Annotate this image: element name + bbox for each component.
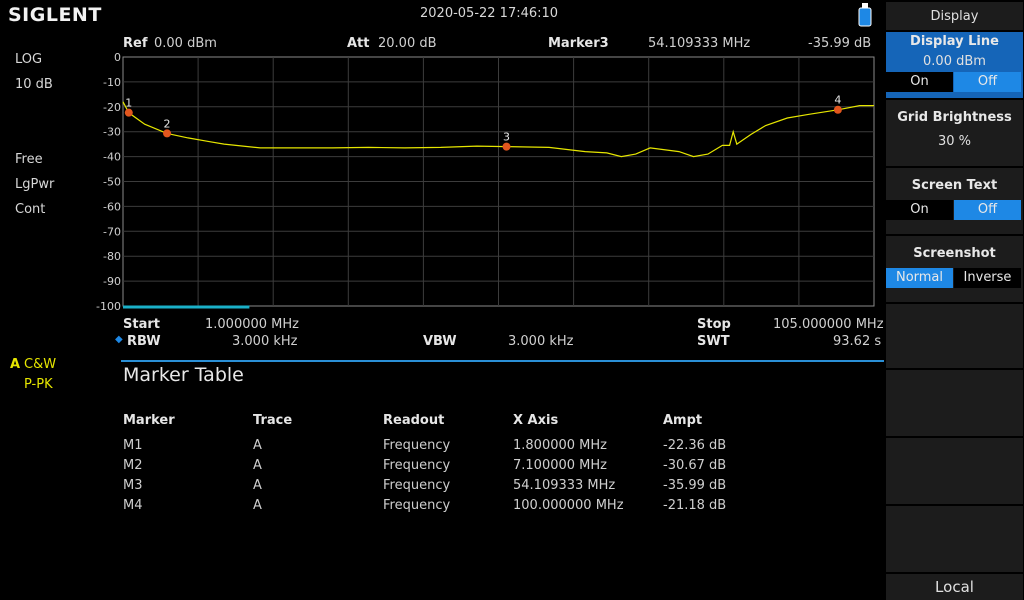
y-tick-label: -100: [96, 300, 121, 313]
start-label: Start: [123, 317, 160, 332]
col-header-x-axis: X Axis: [513, 413, 559, 428]
empty-softkey-7[interactable]: [886, 438, 1023, 504]
marker-point: [124, 108, 133, 117]
start-value[interactable]: 1.000000 MHz: [205, 317, 299, 332]
softkey-panel: Display Display Line 0.00 dBm On Off Gri…: [885, 0, 1024, 600]
vbw-value[interactable]: 3.000 kHz: [508, 334, 573, 349]
marker-point: [833, 105, 842, 114]
row-ampt: -22.36 dB: [663, 438, 727, 453]
grid-brightness-label: Grid Brightness: [897, 110, 1012, 125]
col-header-readout: Readout: [383, 413, 445, 428]
row-x-axis: 1.800000 MHz: [513, 438, 607, 453]
col-header-ampt: Ampt: [663, 413, 703, 428]
grid-brightness-value: 30 %: [937, 134, 972, 149]
row-trace: A: [253, 478, 262, 493]
row-marker: M4: [123, 498, 143, 513]
screen-text-label: Screen Text: [911, 178, 998, 193]
panel-title: Display: [930, 9, 979, 24]
spectrum-plot[interactable]: 0 -10 -20 -30 -40 -50 -60 -70 -80 -90 -100 1 2 3 4: [0, 0, 885, 320]
row-readout: Frequency: [383, 458, 451, 473]
marker-label: 4: [834, 94, 841, 107]
marker-table-title: Marker Table: [123, 364, 244, 386]
marker-point: [163, 129, 172, 138]
row-x-axis: 54.109333 MHz: [513, 478, 616, 493]
screen-text-on-option[interactable]: On: [886, 200, 953, 220]
screenshot-label: Screenshot: [913, 246, 996, 261]
local-key[interactable]: Local: [886, 574, 1023, 600]
y-tick-label: -80: [103, 250, 121, 263]
panel-title-box: Display: [886, 2, 1023, 30]
local-label: Local: [935, 578, 974, 596]
rbw-auto-icon: ◆: [115, 334, 123, 345]
display-line-toggle[interactable]: On Off: [886, 72, 1023, 92]
marker-label: 2: [164, 117, 171, 130]
marker-label: 3: [503, 131, 510, 144]
display-line-on-option[interactable]: On: [886, 72, 953, 92]
y-tick-label: -90: [103, 275, 121, 288]
trace-detector: P-PK: [24, 377, 53, 392]
empty-softkey-6[interactable]: [886, 370, 1023, 436]
stop-value[interactable]: 105.000000 MHz: [773, 317, 884, 332]
screenshot-toggle[interactable]: Normal Inverse: [886, 268, 1023, 288]
row-ampt: -21.18 dB: [663, 498, 727, 513]
row-readout: Frequency: [383, 438, 451, 453]
display-line-label: Display Line: [910, 34, 999, 49]
grid-brightness-key[interactable]: Grid Brightness 30 %: [886, 100, 1023, 166]
display-line-value: 0.00 dBm: [923, 54, 986, 69]
row-marker: M2: [123, 458, 143, 473]
empty-softkey-8[interactable]: [886, 506, 1023, 572]
trace-mode: C&W: [24, 357, 57, 372]
y-tick-label: 0: [114, 51, 121, 64]
row-ampt: -30.67 dB: [663, 458, 727, 473]
col-header-trace: Trace: [253, 413, 293, 428]
screen-text-off-option[interactable]: Off: [954, 200, 1021, 220]
screenshot-inverse-option[interactable]: Inverse: [954, 268, 1021, 288]
y-tick-label: -70: [103, 225, 121, 238]
y-tick-label: -20: [103, 101, 121, 114]
col-header-marker: Marker: [123, 413, 175, 428]
trace-letter[interactable]: A: [10, 357, 20, 372]
row-marker: M3: [123, 478, 143, 493]
y-tick-label: -60: [103, 200, 121, 213]
vbw-label: VBW: [423, 334, 457, 349]
screen-text-key[interactable]: Screen Text On Off: [886, 168, 1023, 234]
y-tick-label: -30: [103, 126, 121, 139]
swt-value[interactable]: 93.62 s: [833, 334, 881, 349]
row-readout: Frequency: [383, 498, 451, 513]
row-ampt: -35.99 dB: [663, 478, 727, 493]
display-line-key[interactable]: Display Line 0.00 dBm On Off: [886, 32, 1023, 98]
y-tick-label: -50: [103, 176, 121, 189]
screen-text-toggle[interactable]: On Off: [886, 200, 1023, 220]
row-trace: A: [253, 498, 262, 513]
empty-softkey-5[interactable]: [886, 304, 1023, 368]
screenshot-normal-option[interactable]: Normal: [886, 268, 953, 288]
row-x-axis: 100.000000 MHz: [513, 498, 624, 513]
swt-label: SWT: [697, 334, 730, 349]
display-line-off-option[interactable]: Off: [954, 72, 1021, 92]
row-trace: A: [253, 438, 262, 453]
row-x-axis: 7.100000 MHz: [513, 458, 607, 473]
rbw-label: RBW: [127, 334, 161, 349]
y-tick-label: -10: [103, 76, 121, 89]
screenshot-key[interactable]: Screenshot Normal Inverse: [886, 236, 1023, 302]
stop-label: Stop: [697, 317, 731, 332]
rbw-value[interactable]: 3.000 kHz: [232, 334, 297, 349]
row-marker: M1: [123, 438, 143, 453]
marker-point: [502, 142, 511, 151]
row-trace: A: [253, 458, 262, 473]
row-readout: Frequency: [383, 478, 451, 493]
marker-label: 1: [125, 97, 132, 110]
separator-line: [121, 360, 884, 362]
y-tick-label: -40: [103, 151, 121, 164]
